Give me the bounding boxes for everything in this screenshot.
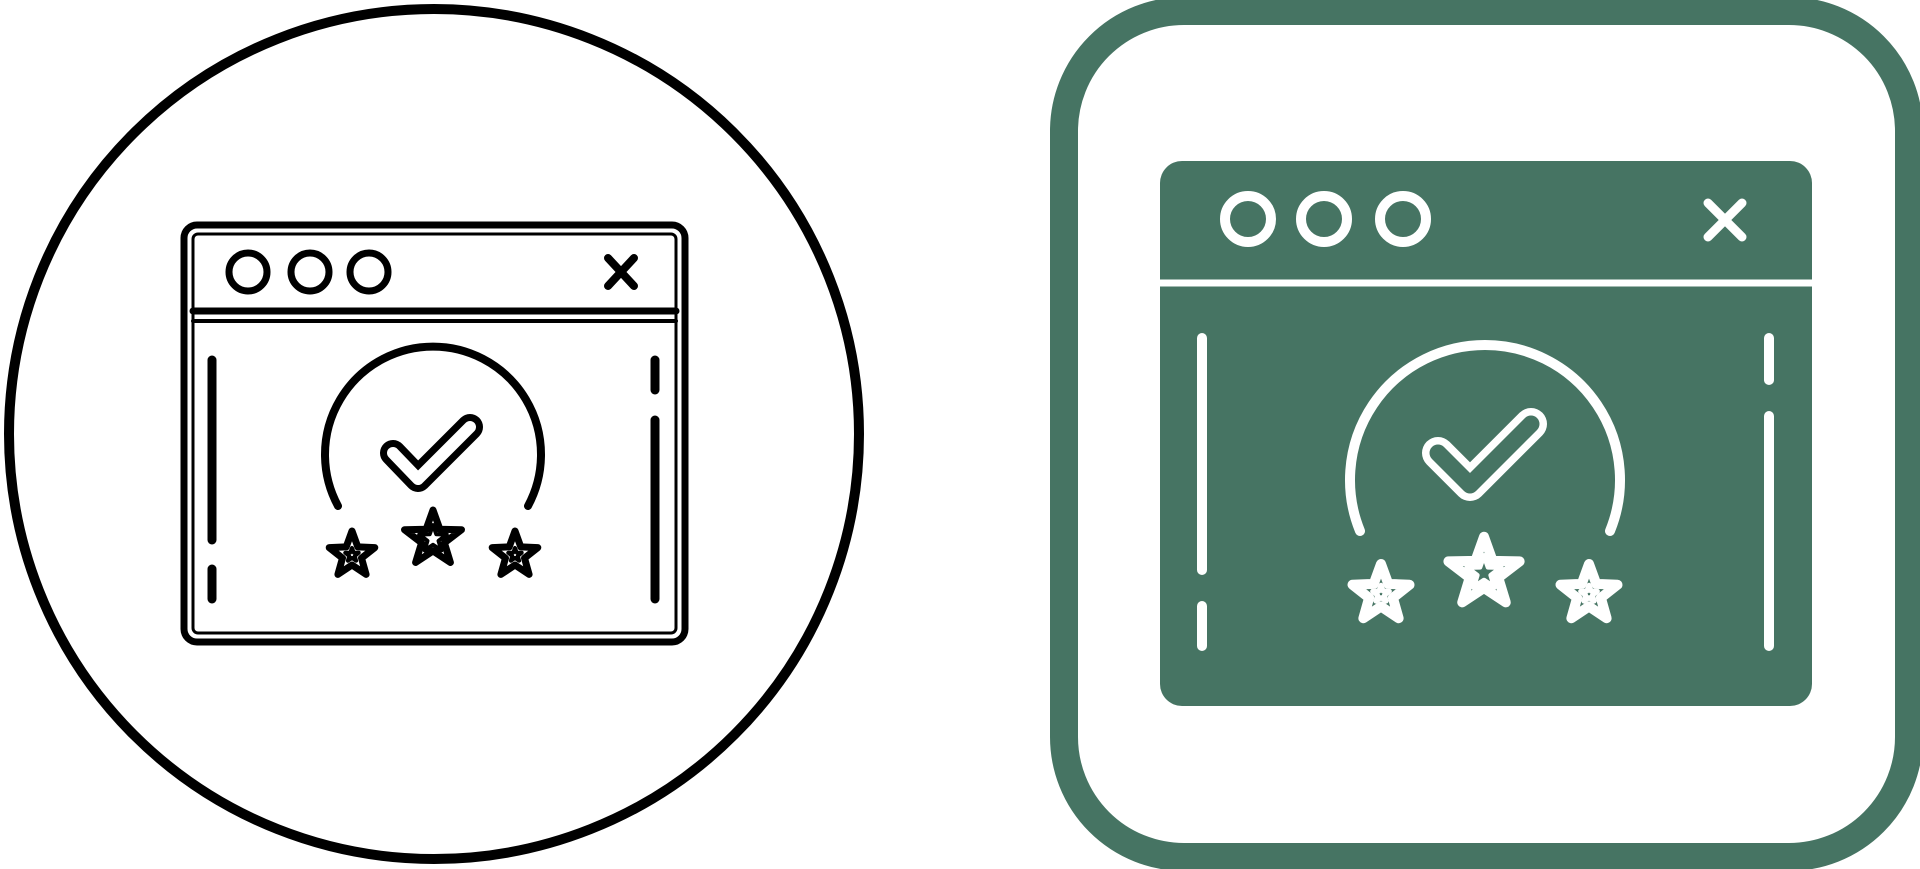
star-left-icon [329,531,375,574]
window-dot-3-icon [346,249,392,295]
website-rating-glyph-icon [1050,0,1920,869]
window-dot-1-icon [225,249,271,295]
icon-set-canvas [0,0,1920,869]
window-dot-2-icon [287,249,333,295]
website-rating-line-icon [4,4,864,864]
rating-stars [329,510,538,574]
close-icon [604,254,638,290]
checkmark-icon [380,414,483,492]
icon-set-artwork [4,0,1920,869]
circle-frame [4,4,864,864]
window-dot-icons [225,249,392,295]
star-right-icon [492,531,538,574]
star-center-icon [405,510,462,563]
